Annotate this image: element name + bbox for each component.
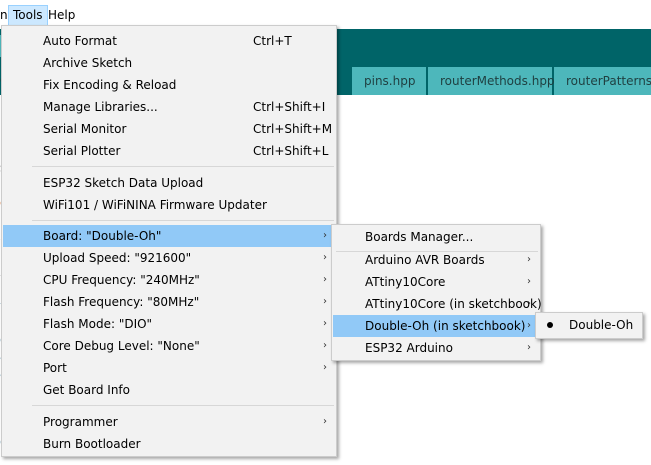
menu-item-label: Fix Encoding & Reload bbox=[43, 78, 177, 92]
menu-item-shortcut: Ctrl+Shift+L bbox=[253, 144, 329, 158]
menu-item-label: Arduino AVR Boards bbox=[365, 253, 485, 267]
bullet-icon bbox=[547, 322, 553, 328]
menu-item-label: Programmer bbox=[43, 415, 118, 429]
chevron-right-icon: › bbox=[527, 276, 531, 287]
menu-separator bbox=[32, 220, 334, 221]
chevron-right-icon: › bbox=[323, 340, 327, 351]
menu-item-label: Auto Format bbox=[43, 34, 117, 48]
tab-pins[interactable]: pins.hpp bbox=[352, 67, 426, 95]
menu-item-label: Port bbox=[43, 361, 67, 375]
chevron-right-icon: › bbox=[323, 318, 327, 329]
chevron-right-icon: › bbox=[527, 298, 531, 309]
double-oh-submenu: Double-Oh bbox=[535, 312, 643, 339]
menu-item-label: WiFi101 / WiFiNINA Firmware Updater bbox=[43, 198, 267, 212]
menu-item-flash-mode[interactable]: Flash Mode: "DIO" › bbox=[3, 313, 335, 335]
tab-router-patterns[interactable]: routerPatterns.h bbox=[554, 67, 651, 95]
menu-item-core-debug-level[interactable]: Core Debug Level: "None" › bbox=[3, 335, 335, 357]
menu-item-fix-encoding[interactable]: Fix Encoding & Reload bbox=[3, 74, 335, 96]
menu-item-arduino-avr-boards[interactable]: Arduino AVR Boards › bbox=[333, 249, 539, 271]
menu-item-auto-format[interactable]: Auto Format Ctrl+T bbox=[3, 30, 335, 52]
tools-menu: Auto Format Ctrl+T Archive Sketch Fix Enc… bbox=[1, 25, 337, 457]
menu-item-serial-monitor[interactable]: Serial Monitor Ctrl+Shift+M bbox=[3, 118, 335, 140]
menu-item-esp32-data-upload[interactable]: ESP32 Sketch Data Upload bbox=[3, 172, 335, 194]
menu-item-cpu-frequency[interactable]: CPU Frequency: "240MHz" › bbox=[3, 269, 335, 291]
menu-item-boards-manager[interactable]: Boards Manager... bbox=[333, 226, 539, 248]
menu-item-board[interactable]: Board: "Double-Oh" › bbox=[3, 225, 335, 247]
menu-item-label: Serial Monitor bbox=[43, 122, 127, 136]
chevron-right-icon: › bbox=[527, 254, 531, 265]
menu-item-archive-sketch[interactable]: Archive Sketch bbox=[3, 52, 335, 74]
chevron-right-icon: › bbox=[527, 342, 531, 353]
menu-item-label: Double-Oh (in sketchbook) bbox=[365, 319, 526, 333]
menu-separator bbox=[32, 405, 334, 406]
menu-item-label: ATtiny10Core (in sketchbook) bbox=[365, 297, 542, 311]
menu-item-label: CPU Frequency: "240MHz" bbox=[43, 273, 200, 287]
menu-item-label: Double-Oh bbox=[569, 318, 634, 332]
menu-item-manage-libraries[interactable]: Manage Libraries... Ctrl+Shift+I bbox=[3, 96, 335, 118]
tab-router-methods[interactable]: routerMethods.hpp bbox=[428, 67, 555, 95]
menu-item-serial-plotter[interactable]: Serial Plotter Ctrl+Shift+L bbox=[3, 140, 335, 162]
menu-item-label: Upload Speed: "921600" bbox=[43, 251, 192, 265]
menu-item-label: Board: "Double-Oh" bbox=[43, 229, 162, 243]
menu-item-label: Boards Manager... bbox=[365, 230, 474, 244]
menu-separator bbox=[32, 166, 334, 167]
chevron-right-icon: › bbox=[323, 252, 327, 263]
chevron-right-icon: › bbox=[323, 362, 327, 373]
menu-item-port[interactable]: Port › bbox=[3, 357, 335, 379]
chevron-right-icon: › bbox=[323, 274, 327, 285]
menu-item-label: Archive Sketch bbox=[43, 56, 133, 70]
menu-item-label: Manage Libraries... bbox=[43, 100, 158, 114]
chevron-right-icon: › bbox=[323, 416, 327, 427]
menu-item-upload-speed[interactable]: Upload Speed: "921600" › bbox=[3, 247, 335, 269]
menu-item-label: Serial Plotter bbox=[43, 144, 121, 158]
menu-item-flash-frequency[interactable]: Flash Frequency: "80MHz" › bbox=[3, 291, 335, 313]
menu-item-label: Flash Frequency: "80MHz" bbox=[43, 295, 200, 309]
menu-item-label: Flash Mode: "DIO" bbox=[43, 317, 153, 331]
menu-item-double-oh[interactable]: Double-Oh bbox=[537, 314, 641, 336]
menu-item-label: Burn Bootloader bbox=[43, 437, 141, 451]
menu-item-programmer[interactable]: Programmer › bbox=[3, 411, 335, 433]
menu-item-shortcut: Ctrl+Shift+I bbox=[253, 100, 326, 114]
menu-item-attiny10core[interactable]: ATtiny10Core › bbox=[333, 271, 539, 293]
chevron-right-icon: › bbox=[323, 230, 327, 241]
menu-item-burn-bootloader[interactable]: Burn Bootloader bbox=[3, 433, 335, 455]
menu-item-label: ATtiny10Core bbox=[365, 275, 446, 289]
menu-item-esp32-arduino[interactable]: ESP32 Arduino › bbox=[333, 337, 539, 359]
menu-item-label: Core Debug Level: "None" bbox=[43, 339, 200, 353]
menu-help[interactable]: Help bbox=[44, 6, 79, 25]
boards-submenu: Boards Manager... Arduino AVR Boards › AT… bbox=[331, 224, 542, 361]
menu-item-label: ESP32 Sketch Data Upload bbox=[43, 176, 204, 190]
menu-item-attiny10core-sketchbook[interactable]: ATtiny10Core (in sketchbook) › bbox=[333, 293, 542, 315]
chevron-right-icon: › bbox=[527, 320, 531, 331]
menu-item-label: Get Board Info bbox=[43, 383, 130, 397]
menu-item-shortcut: Ctrl+T bbox=[253, 34, 292, 48]
menu-item-get-board-info[interactable]: Get Board Info bbox=[3, 379, 335, 401]
menu-tools[interactable]: Tools bbox=[8, 5, 48, 26]
menu-item-wifi-firmware-updater[interactable]: WiFi101 / WiFiNINA Firmware Updater bbox=[3, 194, 335, 216]
chevron-right-icon: › bbox=[323, 296, 327, 307]
menu-item-shortcut: Ctrl+Shift+M bbox=[253, 122, 333, 136]
menu-item-label: ESP32 Arduino bbox=[365, 341, 453, 355]
menu-item-double-oh-sketchbook[interactable]: Double-Oh (in sketchbook) › bbox=[333, 315, 539, 337]
